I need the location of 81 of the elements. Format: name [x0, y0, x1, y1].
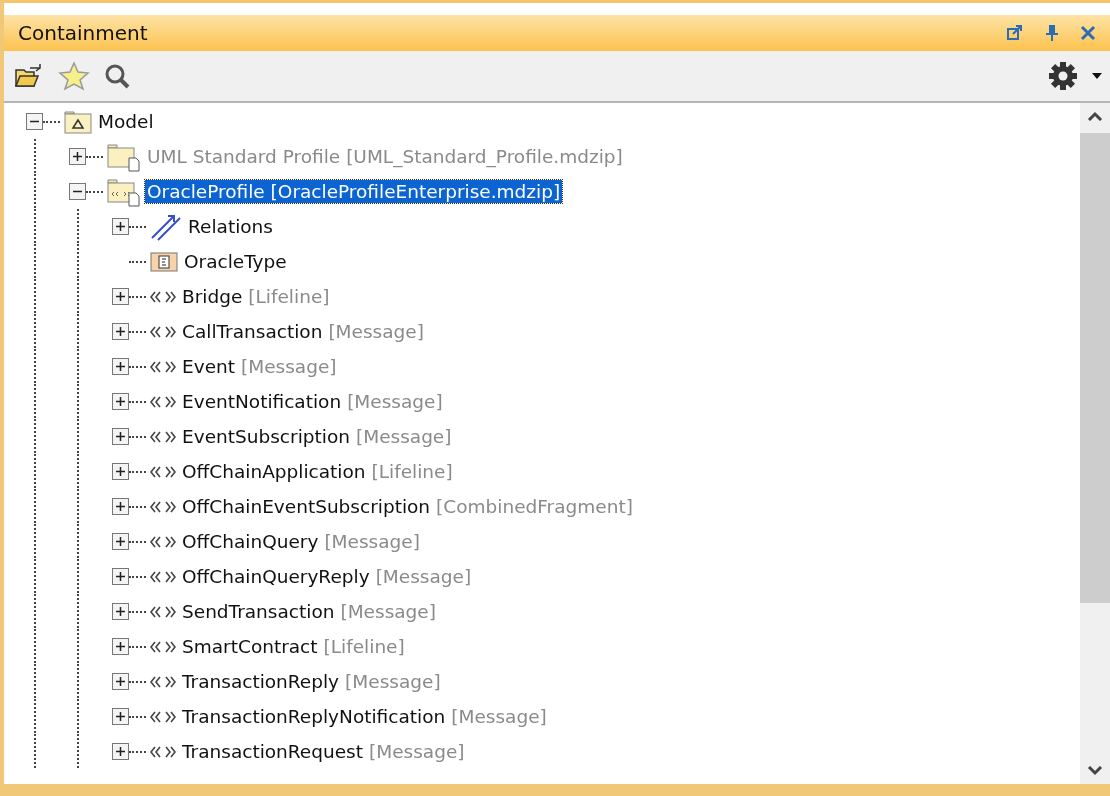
- tree-item[interactable]: EventNotification: [180, 390, 344, 413]
- metaclass-label: [Message]: [451, 706, 547, 727]
- tree-item[interactable]: OffChainApplication: [180, 460, 368, 483]
- metaclass-label: [Message]: [328, 321, 424, 342]
- expand-icon[interactable]: [112, 638, 129, 655]
- metaclass-label: [CombinedFragment]: [436, 496, 633, 517]
- metaclass-label: [Message]: [347, 391, 443, 412]
- stereotype-icon: [150, 569, 176, 584]
- stereotype-icon: [150, 359, 176, 374]
- metaclass-label: [Message]: [340, 601, 436, 622]
- expand-icon[interactable]: [112, 708, 129, 725]
- expand-icon[interactable]: [112, 498, 129, 515]
- metaclass-label: [Lifeline]: [371, 461, 453, 482]
- expand-icon[interactable]: [112, 288, 129, 305]
- stereotype-icon: [150, 534, 176, 549]
- stereotype-icon: [150, 639, 176, 654]
- vertical-scrollbar[interactable]: [1080, 103, 1110, 784]
- stereotype-icon: [150, 324, 176, 339]
- tree-item[interactable]: OffChainQuery: [180, 530, 321, 553]
- panel-title: Containment: [18, 21, 148, 45]
- stereotype-icon: [150, 499, 176, 514]
- expand-icon[interactable]: [112, 323, 129, 340]
- expand-icon[interactable]: [112, 568, 129, 585]
- profile-folder-icon: [107, 176, 141, 207]
- expand-icon[interactable]: [112, 603, 129, 620]
- profile-folder-icon: [107, 141, 141, 172]
- package-icon: [64, 109, 92, 134]
- close-icon[interactable]: [1080, 25, 1096, 41]
- stereotype-icon: [150, 744, 176, 759]
- expand-icon[interactable]: [112, 673, 129, 690]
- expand-icon[interactable]: [112, 533, 129, 550]
- search-icon[interactable]: [104, 63, 130, 89]
- expand-icon[interactable]: [112, 218, 129, 235]
- stereotype-icon: [150, 709, 176, 724]
- caret-icon[interactable]: [1092, 73, 1102, 79]
- float-icon[interactable]: [1006, 24, 1024, 42]
- expand-icon[interactable]: [112, 393, 129, 410]
- enumeration-icon: [150, 251, 178, 272]
- expand-icon[interactable]: [112, 428, 129, 445]
- tree-item[interactable]: CallTransaction: [180, 320, 325, 343]
- metaclass-label: [Message]: [355, 426, 452, 447]
- tree-item[interactable]: OracleType: [182, 250, 289, 273]
- tree-item[interactable]: OracleProfile [OracleProfileEnterprise.mdzip]: [145, 180, 563, 203]
- tree-item[interactable]: Model: [96, 110, 156, 133]
- pin-icon[interactable]: [1044, 24, 1060, 42]
- collapse-icon[interactable]: [26, 113, 43, 130]
- expand-icon[interactable]: [112, 358, 129, 375]
- tree-item[interactable]: OffChainQueryReply: [180, 565, 372, 588]
- collapse-icon[interactable]: [69, 183, 86, 200]
- expand-icon[interactable]: [112, 743, 129, 760]
- tree-item[interactable]: Bridge: [180, 285, 245, 308]
- stereotype-icon: [150, 674, 176, 689]
- metaclass-label: [Message]: [241, 356, 337, 377]
- tree-item[interactable]: TransactionRequest: [180, 740, 365, 763]
- metaclass-label: [Message]: [369, 741, 465, 762]
- scroll-up-icon[interactable]: [1087, 111, 1103, 121]
- metaclass-label: [Message]: [345, 671, 441, 692]
- scrollbar-thumb[interactable]: [1080, 133, 1110, 603]
- tree-item[interactable]: EventSubscription: [180, 425, 352, 448]
- tree-item[interactable]: TransactionReply: [180, 670, 342, 693]
- scroll-down-icon[interactable]: [1087, 766, 1103, 776]
- stereotype-icon: [150, 429, 176, 444]
- star-icon[interactable]: [58, 61, 90, 91]
- tree-item[interactable]: SmartContract: [180, 635, 320, 658]
- metaclass-label: [Lifeline]: [248, 286, 330, 307]
- open-folder-icon[interactable]: [14, 62, 44, 90]
- metaclass-label: [Lifeline]: [323, 636, 405, 657]
- metaclass-label: [Message]: [375, 566, 472, 587]
- tree-item[interactable]: TransactionReplyNotification: [180, 705, 448, 728]
- tree-item[interactable]: OffChainEventSubscription: [180, 495, 433, 518]
- stereotype-icon: [150, 289, 176, 304]
- tree-item[interactable]: Relations: [186, 215, 275, 238]
- metaclass-label: [Message]: [324, 531, 420, 552]
- tree-item[interactable]: SendTransaction: [180, 600, 337, 623]
- stereotype-icon: [150, 464, 176, 479]
- expand-icon[interactable]: [69, 148, 86, 165]
- stereotype-icon: [150, 604, 176, 619]
- settings-icon[interactable]: [1048, 61, 1078, 91]
- expand-icon[interactable]: [112, 463, 129, 480]
- tree-item[interactable]: Event: [180, 355, 237, 378]
- stereotype-icon: [150, 394, 176, 409]
